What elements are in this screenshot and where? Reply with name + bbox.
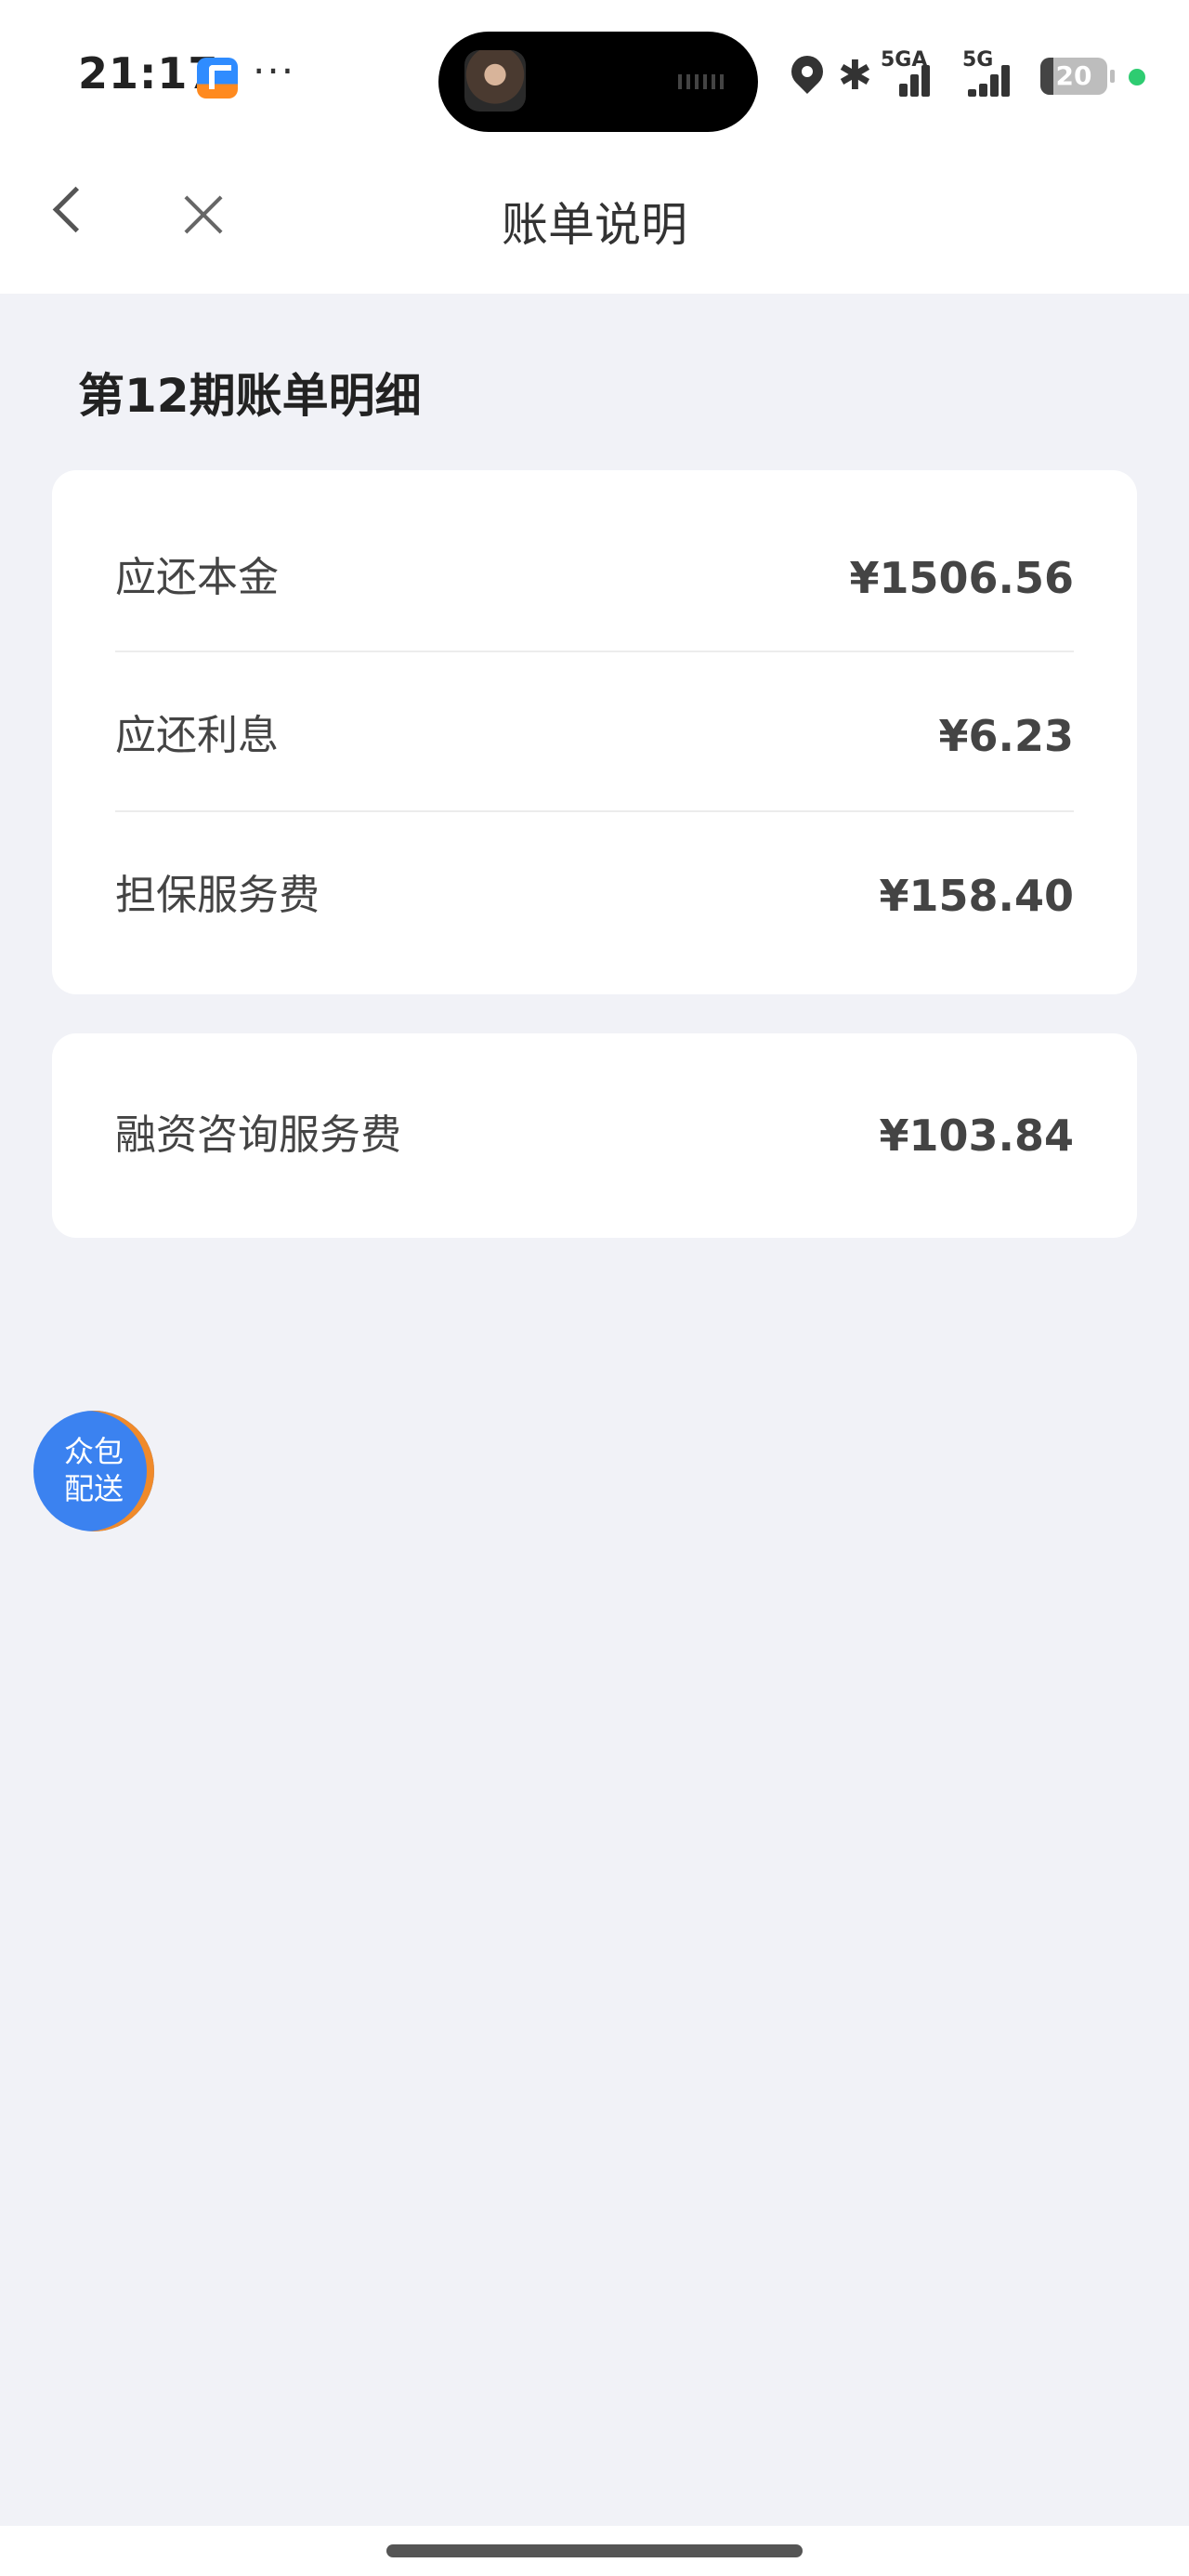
- audio-wave-icon: [678, 74, 726, 89]
- more-notifications-indicator: ···: [253, 48, 296, 94]
- battery-icon: 20: [1040, 58, 1115, 95]
- consulting-fee-card: 融资咨询服务费 ¥103.84: [52, 1033, 1137, 1238]
- bill-row-guarantee-fee: 担保服务费 ¥158.40: [115, 849, 1074, 942]
- media-thumbnail: [464, 50, 526, 112]
- bill-row-interest: 应还利息 ¥6.23: [115, 690, 1074, 782]
- float-button-label-line2: 配送: [63, 1471, 124, 1506]
- bill-row-principal: 应还本金 ¥1506.56: [115, 532, 1074, 624]
- row-divider: [115, 651, 1074, 652]
- bluetooth-icon: ✱: [838, 52, 872, 99]
- battery-level: 20: [1055, 60, 1092, 91]
- bill-section-title: 第12期账单明细: [78, 369, 422, 423]
- bill-row-amount: ¥6.23: [938, 711, 1074, 761]
- bill-detail-card: 应还本金 ¥1506.56 应还利息 ¥6.23 担保服务费 ¥158.40: [52, 470, 1137, 994]
- signal-5ga-icon: 5GA: [881, 48, 934, 97]
- bill-row-label: 担保服务费: [115, 872, 320, 919]
- signal-5g-icon: 5G: [962, 48, 1016, 97]
- float-button-label-line1: 众包: [63, 1434, 124, 1469]
- bill-row-label: 应还本金: [115, 554, 279, 601]
- crowdsource-delivery-float-button[interactable]: 众包 配送: [33, 1411, 154, 1531]
- dynamic-island[interactable]: [438, 32, 758, 132]
- bill-row-amount: ¥158.40: [879, 871, 1074, 921]
- bill-row-label: 应还利息: [115, 712, 279, 759]
- page-title: 账单说明: [502, 198, 687, 252]
- privacy-indicator-dot: [1129, 69, 1145, 85]
- row-divider: [115, 810, 1074, 812]
- bill-row-amount: ¥1506.56: [849, 553, 1074, 603]
- bill-row-label: 融资咨询服务费: [115, 1111, 401, 1159]
- app-notification-icon: [197, 58, 238, 99]
- bill-row-consulting-fee: 融资咨询服务费 ¥103.84: [115, 1089, 1074, 1182]
- bill-row-amount: ¥103.84: [879, 1111, 1074, 1161]
- home-indicator[interactable]: [386, 2544, 803, 2557]
